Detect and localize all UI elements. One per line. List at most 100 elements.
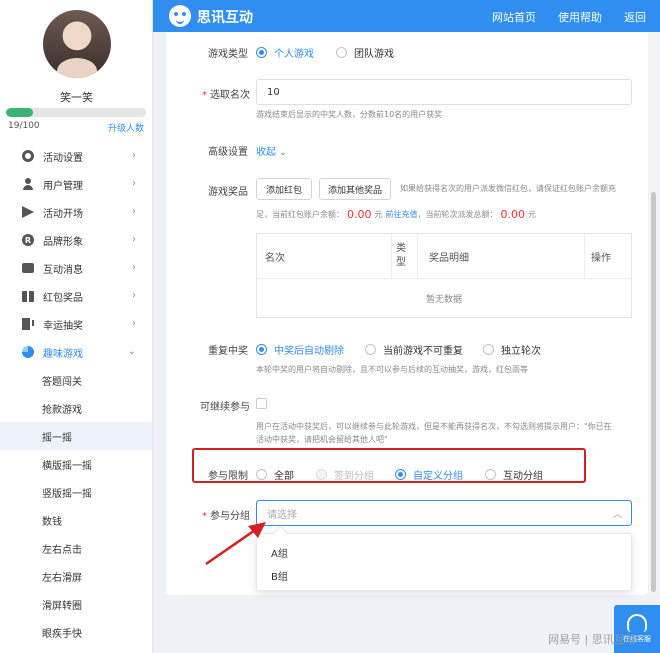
slot-machine-icon [22, 318, 34, 330]
scrollbar-thumb[interactable] [651, 192, 656, 592]
add-other-prize-button[interactable]: 添加其他奖品 [319, 178, 391, 200]
prize-note: 如果给获得名次的用户派发微信红包，请保证红包账户余额充 [400, 184, 616, 193]
sidebar-subitem-left-right-click[interactable]: 左右点击 [0, 534, 152, 562]
sidebar-subitem-horizontal-shake[interactable]: 横版摇一摇 [0, 450, 152, 478]
headset-icon [627, 614, 647, 632]
nav-help-link[interactable]: 使用帮助 [558, 9, 602, 25]
sidebar-subitem-quick-eye[interactable]: 眼疾手快 [0, 618, 152, 646]
table-empty-text: 暂无数据 [425, 295, 462, 305]
radio-independent-round[interactable]: 独立轮次 [483, 342, 541, 357]
username: 笑一笑 [60, 91, 93, 104]
sidebar-item-label: 活动设置 [43, 152, 83, 164]
registered-icon: R [22, 234, 34, 246]
upgrade-link[interactable]: 升级人数 [108, 121, 144, 134]
table-header-rank: 名次 [265, 252, 285, 264]
sidebar-subitem-count-money[interactable]: 数钱 [0, 506, 152, 534]
sidebar-subitem-grab-game[interactable]: 抢款游戏 [0, 394, 152, 422]
sidebar-item-label: 用户管理 [43, 180, 83, 192]
chevron-right-icon: › [132, 262, 136, 273]
sidebar-item-label: 幸运抽奖 [43, 320, 83, 332]
chevron-down-icon: ⌄ [127, 346, 136, 357]
sidebar-item-label: 红包奖品 [43, 292, 83, 304]
nav-home-link[interactable]: 网站首页 [492, 9, 536, 25]
advanced-settings-label: 高级设置 [208, 147, 248, 158]
chevron-right-icon: › [132, 150, 136, 161]
repeat-win-label: 重复中奖 [208, 346, 248, 357]
chevron-up-icon: ︿ [612, 510, 622, 520]
gear-icon [22, 150, 34, 162]
avatar[interactable] [43, 10, 111, 78]
quota-progress-bar [6, 108, 146, 117]
chevron-right-icon: › [132, 206, 136, 217]
user-icon [22, 178, 34, 190]
radio-auto-remove[interactable]: 中奖后自动剔除 [256, 342, 344, 357]
radio-personal-game[interactable]: 个人游戏 [256, 45, 314, 60]
message-icon [22, 262, 34, 274]
radio-dot [256, 47, 267, 58]
prize-balance-line: 足，当前红包账户余额： 0.00 元 前往充值 ，当前轮次派发总额： 0.00 … [256, 208, 536, 221]
dropdown-option-group-b[interactable]: B组 [271, 568, 288, 583]
sidebar-item-label: 互动消息 [43, 264, 83, 276]
sidebar-item-fun-games[interactable]: 趣味游戏 ⌄ [0, 338, 152, 366]
logo-icon [169, 5, 191, 27]
chevron-right-icon: › [132, 290, 136, 301]
sidebar-item-label: 活动开场 [43, 208, 83, 220]
watermark: 网易号 | 思讯互动 [548, 633, 636, 646]
advanced-collapse-toggle[interactable]: 收起 ⌄ [256, 143, 287, 158]
top-nav: 网站首页 使用帮助 返回 [492, 9, 646, 25]
continue-participate-label: 可继续参与 [200, 402, 250, 413]
radio-team-game[interactable]: 团队游戏 [336, 45, 394, 60]
sidebar: 笑一笑 19/100 升级人数 活动设置 › 用户管理 › 活动开场 › R 品… [0, 0, 153, 653]
pie-chart-icon [22, 346, 34, 358]
radio-no-repeat-current-game[interactable]: 当前游戏不可重复 [365, 342, 463, 357]
round-total-amount: 0.00 [500, 208, 526, 221]
radio-limit-custom-group[interactable]: 自定义分组 [395, 467, 463, 482]
chevron-right-icon: › [132, 178, 136, 189]
group-select[interactable]: 请选择 ︿ [256, 500, 632, 526]
winners-label: * 选取名次 [202, 90, 250, 101]
sidebar-item-brand-image[interactable]: R 品牌形象 › [0, 226, 152, 254]
table-header-type: 类型 [396, 243, 406, 268]
sidebar-subitem-shake[interactable]: 摇一摇 [0, 422, 152, 450]
table-header-actions: 操作 [591, 252, 611, 264]
paper-plane-icon [22, 206, 34, 218]
sidebar-item-activity-settings[interactable]: 活动设置 › [0, 142, 152, 170]
repeat-win-hint: 本轮中奖的用户将自动剔除，且不可以参与后续的互动抽奖，游戏，红包雨等 [256, 365, 528, 374]
radio-dot [336, 47, 347, 58]
sidebar-subitem-quiz[interactable]: 答题闯关 [0, 366, 152, 394]
chevron-right-icon: › [132, 318, 136, 329]
winners-input[interactable]: 10 [256, 79, 632, 105]
game-type-label: 游戏类型 [208, 49, 248, 60]
sidebar-menu: 活动设置 › 用户管理 › 活动开场 › R 品牌形象 › 互动消息 › 红包奖… [0, 142, 152, 646]
sidebar-item-lucky-draw[interactable]: 幸运抽奖 › [0, 310, 152, 338]
game-prizes-label: 游戏奖品 [208, 187, 248, 198]
sidebar-subitem-vertical-shake[interactable]: 竖版摇一摇 [0, 478, 152, 506]
sidebar-item-user-management[interactable]: 用户管理 › [0, 170, 152, 198]
continue-participate-checkbox[interactable] [256, 398, 267, 409]
double-chevron-down-icon: ⌄ [279, 148, 287, 158]
sidebar-item-interactive-messages[interactable]: 互动消息 › [0, 254, 152, 282]
participation-limit-label: 参与限制 [208, 471, 248, 482]
prize-table: 名次 类型 奖品明细 操作 暂无数据 [256, 233, 632, 318]
continue-hint-line2: 活动中获奖，请把机会留给其他人吧" [256, 435, 388, 444]
radio-limit-all[interactable]: 全部 [256, 467, 294, 482]
radio-limit-interactive-group[interactable]: 互动分组 [485, 467, 543, 482]
sidebar-item-activity-opening[interactable]: 活动开场 › [0, 198, 152, 226]
quota-progress-text: 19/100 [8, 121, 40, 131]
chevron-right-icon: › [132, 234, 136, 245]
group-dropdown: A组 B组 [256, 533, 632, 591]
sidebar-item-label: 趣味游戏 [43, 348, 83, 360]
sidebar-item-label: 品牌形象 [43, 236, 83, 248]
add-red-packet-button[interactable]: 添加红包 [256, 178, 312, 200]
radio-limit-signin-group[interactable]: 签到分组 [316, 467, 374, 482]
brand-title: 思讯互动 [197, 10, 253, 26]
recharge-link[interactable]: 前往充值 [386, 208, 418, 221]
continue-hint-line1: 用户在活动中获奖后，可以继续参与此轮游戏，但是不能再获得名次，不勾选则将提示用户… [256, 422, 612, 431]
nav-back-link[interactable]: 返回 [624, 9, 646, 25]
top-header: 思讯互动 网站首页 使用帮助 返回 [153, 0, 660, 32]
sidebar-subitem-left-right-swipe[interactable]: 左右滑屏 [0, 562, 152, 590]
winners-hint: 游戏结束后显示的中奖人数，分数前10名的用户获奖 [256, 110, 443, 119]
table-header-prize-detail: 奖品明细 [429, 252, 469, 264]
sidebar-item-red-packet-prizes[interactable]: 红包奖品 › [0, 282, 152, 310]
sidebar-subitem-swipe-circle[interactable]: 滑屏转圈 [0, 590, 152, 618]
